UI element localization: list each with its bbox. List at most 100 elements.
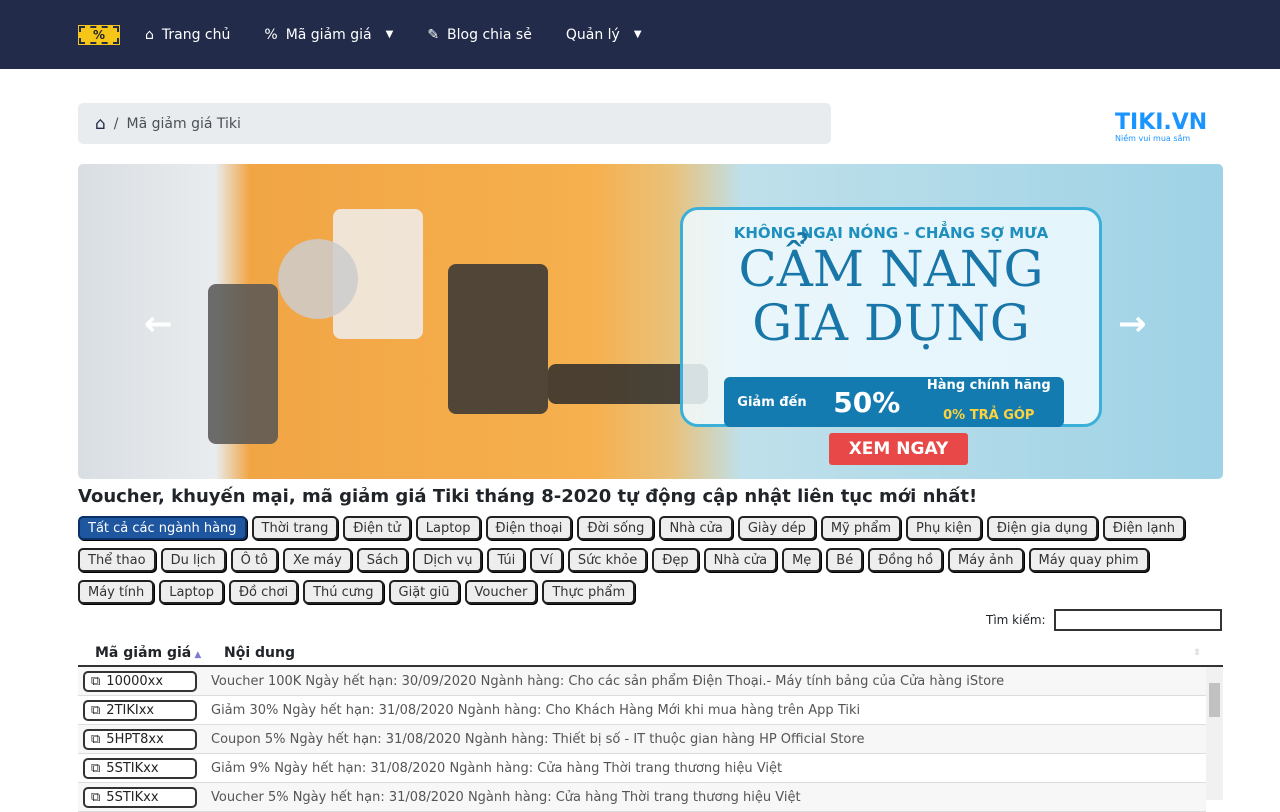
blog-icon: ✎	[427, 26, 440, 43]
category-tag[interactable]: Dịch vụ	[413, 548, 483, 572]
category-tag[interactable]: Đẹp	[652, 548, 699, 572]
page-heading: Voucher, khuyến mại, mã giảm giá Tiki th…	[78, 486, 978, 507]
breadcrumb-separator: /	[113, 115, 119, 132]
category-tag[interactable]: Laptop	[159, 580, 224, 604]
home-icon[interactable]: ⌂	[95, 114, 106, 134]
prev-arrow-icon[interactable]: ←	[144, 304, 173, 344]
nav-label: Quản lý	[565, 26, 620, 43]
search-input[interactable]	[1053, 609, 1222, 631]
promo-banner[interactable]: ← → KHÔNG NGẠI NÓNG - CHẲNG SỢ MƯA CẨM N…	[78, 164, 1223, 479]
table-row: ⧉ 2TIKIxx Giảm 30% Ngày hết hạn: 31/08/202…	[78, 696, 1206, 725]
copy-icon: ⧉	[91, 731, 101, 747]
sort-icon[interactable]: ⇳	[1193, 648, 1201, 658]
coupon-content: Coupon 5% Ngày hết hạn: 31/08/2020 Ngành…	[211, 731, 865, 747]
coupon-content: Voucher 100K Ngày hết hạn: 30/09/2020 Ng…	[211, 673, 1005, 689]
product-image	[448, 264, 548, 414]
banner-title: CẨM NANG	[738, 240, 1044, 298]
nav-label: Blog chia sẻ	[447, 26, 532, 43]
category-tag[interactable]: Ô tô	[230, 548, 278, 572]
nav-home[interactable]: ⌂ Trang chủ	[145, 27, 230, 43]
category-tag[interactable]: Điện lạnh	[1102, 516, 1185, 540]
category-tag[interactable]: Đồ chơi	[228, 580, 299, 604]
scrollbar-thumb[interactable]	[1209, 683, 1220, 717]
copy-icon: ⧉	[91, 789, 101, 805]
coupon-table: ⧉ 10000xx Voucher 100K Ngày hết hạn: 30/09…	[78, 667, 1206, 812]
category-tag[interactable]: Ví	[530, 548, 563, 572]
breadcrumb: ⌂ / Mã giảm giá Tiki	[78, 103, 831, 144]
category-tag[interactable]: Túi	[487, 548, 526, 572]
nav-coupons[interactable]: % Mã giảm giá ▼	[264, 27, 393, 43]
discount-value: 50%	[833, 385, 901, 419]
search-box: Tìm kiếm:	[986, 609, 1222, 631]
copy-code-button[interactable]: ⧉ 2TIKIxx	[83, 699, 197, 721]
home-icon: ⌂	[145, 26, 154, 43]
category-tag[interactable]: Sức khỏe	[567, 548, 648, 572]
nav-blog[interactable]: ✎ Blog chia sẻ	[427, 27, 532, 43]
copy-icon: ⧉	[91, 760, 101, 776]
banner-promo: Giảm đến 50% Hàng chính hãng 0% TRẢ GÓP	[724, 377, 1064, 427]
table-row: ⧉ 5HPT8xx Coupon 5% Ngày hết hạn: 31/08/20…	[78, 725, 1206, 754]
view-now-button[interactable]: XEM NGAY	[829, 433, 968, 465]
scrollbar[interactable]	[1206, 667, 1223, 800]
category-tag[interactable]: Thời trang	[251, 516, 339, 540]
category-tag[interactable]: Đời sống	[577, 516, 655, 540]
discount-prefix: Giảm đến	[737, 394, 807, 410]
category-tag[interactable]: Giày dép	[737, 516, 816, 540]
slogan: Niềm vui mua sắm	[1115, 134, 1191, 143]
table-row: ⧉ 5STIKxx Giảm 9% Ngày hết hạn: 31/08/2020…	[78, 754, 1206, 783]
chevron-down-icon: ▼	[633, 29, 642, 40]
percent-icon: %	[264, 26, 278, 43]
product-image	[278, 239, 358, 319]
coupon-content: Giảm 30% Ngày hết hạn: 31/08/2020 Ngành …	[211, 702, 861, 718]
column-header-code[interactable]: Mã giảm giá ▲	[78, 645, 208, 661]
category-tag[interactable]: Máy tính	[78, 580, 155, 604]
category-tag[interactable]: Điện tử	[343, 516, 411, 540]
category-tag[interactable]: Điện gia dụng	[986, 516, 1098, 540]
category-tag[interactable]: Phụ kiện	[906, 516, 982, 540]
category-tag[interactable]: Máy quay phim	[1028, 548, 1149, 572]
category-tag[interactable]: Sách	[356, 548, 409, 572]
category-tag[interactable]: Tất cả các ngành hàng	[78, 516, 247, 540]
category-tag[interactable]: Mẹ	[782, 548, 822, 572]
coupon-code: 10000xx	[106, 673, 164, 689]
category-tag[interactable]: Điện thoại	[485, 516, 573, 540]
tiki-logo[interactable]: TIKI.VN Niềm vui mua sắm	[1115, 112, 1207, 144]
coupon-content: Giảm 9% Ngày hết hạn: 31/08/2020 Ngành h…	[211, 760, 783, 776]
product-image	[208, 284, 278, 444]
category-tag[interactable]: Bé	[826, 548, 864, 572]
coupon-code: 5HPT8xx	[106, 731, 164, 747]
coupon-code: 2TIKIxx	[106, 702, 155, 718]
category-tag[interactable]: Giặt giũ	[388, 580, 460, 604]
category-tag[interactable]: Thực phẩm	[542, 580, 636, 604]
category-tag[interactable]: Mỹ phẩm	[820, 516, 902, 540]
category-tag[interactable]: Đồng hồ	[868, 548, 944, 572]
copy-code-button[interactable]: ⧉ 5STIKxx	[83, 757, 197, 779]
copy-icon: ⧉	[91, 673, 101, 689]
installment-label: 0% TRẢ GÓP	[943, 408, 1035, 423]
banner-title: GIA DỤNG	[752, 294, 1030, 352]
table-row: ⧉ 10000xx Voucher 100K Ngày hết hạn: 30/09…	[78, 667, 1206, 696]
category-tag[interactable]: Thú cưng	[303, 580, 384, 604]
sort-asc-icon: ▲	[191, 649, 202, 660]
search-label: Tìm kiếm:	[986, 613, 1046, 627]
column-header-content[interactable]: Nội dung	[208, 645, 1193, 661]
category-tag[interactable]: Xe máy	[283, 548, 352, 572]
coupon-code: 5STIKxx	[106, 760, 159, 776]
coupon-code: 5STIKxx	[106, 789, 159, 805]
logo[interactable]: %	[78, 24, 120, 45]
category-tag[interactable]: Nhà cửa	[703, 548, 778, 572]
nav-label: Trang chủ	[161, 26, 231, 43]
category-tag[interactable]: Thể thao	[78, 548, 156, 572]
next-arrow-icon[interactable]: →	[1118, 304, 1147, 344]
category-tag[interactable]: Du lịch	[160, 548, 226, 572]
category-tag[interactable]: Nhà cửa	[659, 516, 733, 540]
category-tag[interactable]: Laptop	[415, 516, 481, 540]
copy-code-button[interactable]: ⧉ 5HPT8xx	[83, 728, 197, 750]
category-tag[interactable]: Máy ảnh	[948, 548, 1024, 572]
copy-code-button[interactable]: ⧉ 5STIKxx	[83, 786, 197, 808]
nav-manage[interactable]: Quản lý ▼	[566, 27, 642, 43]
category-tags: Tất cả các ngành hàng Thời trang Điện tử La…	[78, 516, 1228, 604]
nav-label: Mã giảm giá	[285, 26, 372, 43]
category-tag[interactable]: Voucher	[464, 580, 538, 604]
copy-code-button[interactable]: ⧉ 10000xx	[83, 670, 197, 692]
